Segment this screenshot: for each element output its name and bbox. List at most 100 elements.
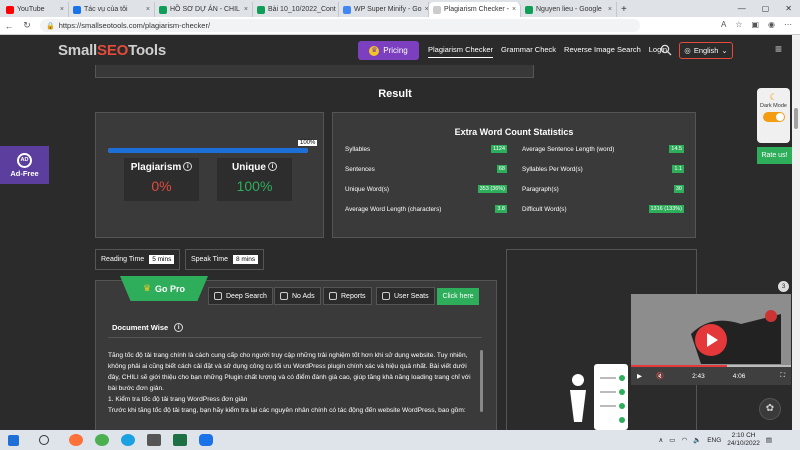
close-icon[interactable]: ×	[605, 6, 612, 13]
calculator-icon[interactable]	[147, 434, 161, 446]
document-text[interactable]: Tăng tốc độ tải trang chính là cách cung…	[108, 350, 478, 416]
search-icon[interactable]	[660, 44, 672, 56]
video-count-badge: 3	[778, 281, 789, 292]
language-select[interactable]: ◎ English ⌄	[679, 42, 733, 59]
close-icon[interactable]: ×	[422, 6, 428, 13]
url-field[interactable]: 🔒 https://smallseotools.com/plagiarism-ch…	[40, 19, 640, 32]
page-scrollbar[interactable]	[792, 35, 800, 430]
deep-search-icon	[214, 292, 222, 300]
go-pro-banner[interactable]: ♛ Go Pro	[120, 276, 208, 301]
nav-plagiarism-checker[interactable]: Plagiarism Checker	[428, 45, 494, 58]
reload-icon[interactable]: ↻	[18, 20, 36, 31]
dark-mode-toggle[interactable]	[762, 112, 785, 122]
speaker-icon[interactable]: 🔈	[693, 436, 701, 444]
network-icon[interactable]: ▭	[669, 436, 675, 444]
address-bar: ← ↻ 🔒 https://smallseotools.com/plagiaris…	[0, 17, 800, 35]
tab-plagiarism[interactable]: Plagiarism Checker - ×	[429, 2, 521, 17]
volume-icon[interactable]: 🔇	[656, 372, 664, 380]
close-window-icon[interactable]: ✕	[777, 4, 800, 13]
plagiarism-box: Plagiarism i 0%	[124, 158, 199, 201]
new-tab-button[interactable]: +	[617, 2, 631, 17]
collections-icon[interactable]: ▣	[751, 20, 759, 29]
windows-start-icon[interactable]	[8, 434, 19, 446]
reports-icon	[329, 292, 337, 300]
more-icon[interactable]: ⋯	[784, 20, 792, 29]
tab-tasks[interactable]: Tác vụ của tôi ×	[69, 2, 155, 17]
pricing-button[interactable]: ♛ Pricing	[358, 41, 419, 60]
video-current-time: 2:43	[692, 372, 705, 380]
tab-wp-minify[interactable]: WP Super Minify - Go ×	[339, 2, 429, 17]
feature-deep-search: Deep Search	[208, 287, 273, 305]
read-aloud-icon[interactable]: A	[721, 20, 726, 29]
minimize-icon[interactable]: —	[730, 4, 754, 13]
speak-time-box: Speak Time 8 mins	[185, 249, 265, 270]
nav-reverse-image-search[interactable]: Reverse Image Search	[564, 45, 641, 58]
system-tray: ∧ ▭ ◠ 🔈 ENG 2:10 CH 24/10/2022 ▤	[659, 432, 772, 448]
window-controls: — ▢ ✕	[730, 0, 800, 17]
info-icon[interactable]: i	[267, 162, 277, 171]
close-icon[interactable]: ×	[509, 6, 516, 13]
video-player[interactable]: ▶ 🔇 2:43 4:06 ⛶	[631, 294, 791, 385]
sheets-icon	[525, 5, 533, 14]
close-icon[interactable]: ×	[143, 6, 150, 13]
menu-icon[interactable]: ≡	[775, 42, 782, 56]
plagiarism-result-card: 100% Plagiarism i 0% Unique i 100%	[95, 112, 324, 238]
unique-value: 100%	[236, 178, 273, 194]
ad-free-icon: AD	[17, 152, 32, 168]
nav-grammar-check[interactable]: Grammar Check	[501, 45, 556, 58]
firefox-icon[interactable]	[69, 434, 83, 446]
stat-difficult-words: Difficult Word(s) 1316 (133%)	[522, 205, 684, 213]
edge-icon[interactable]	[121, 434, 135, 446]
back-icon[interactable]: ←	[0, 21, 18, 31]
document-illustration	[570, 364, 628, 430]
no-ads-icon	[280, 292, 288, 300]
progress-bar-fill	[108, 148, 308, 153]
favorite-icon[interactable]: ☆	[735, 20, 742, 29]
zalo-icon[interactable]	[199, 434, 213, 446]
video-controls: ▶ 🔇 2:43 4:06 ⛶	[631, 367, 791, 385]
globe-icon: ◎	[684, 46, 691, 55]
info-icon[interactable]: i	[174, 323, 184, 332]
scrollbar-thumb[interactable]	[794, 108, 798, 129]
chrome-icon[interactable]	[95, 434, 109, 446]
close-icon[interactable]: ×	[57, 6, 64, 13]
stat-syllables-per-word: Syllables Per Word(s) 1.1	[522, 165, 684, 173]
language-indicator[interactable]: ENG	[707, 437, 721, 444]
ad-free-button[interactable]: AD Ad-Free	[0, 146, 49, 184]
play-button[interactable]	[695, 324, 727, 356]
moon-icon: ☾	[769, 92, 778, 102]
chevron-down-icon: ⌄	[721, 46, 728, 55]
stat-paragraphs: Paragraph(s) 30	[522, 185, 684, 193]
info-icon[interactable]: i	[183, 162, 193, 171]
fullscreen-icon[interactable]: ⛶	[780, 372, 785, 380]
wifi-icon[interactable]: ◠	[681, 436, 687, 444]
site-header: SmallSEOTools ♛ Pricing Plagiarism Checke…	[0, 35, 800, 65]
tab-youtube[interactable]: YouTube ×	[2, 2, 69, 17]
maximize-icon[interactable]: ▢	[754, 4, 778, 13]
excel-icon[interactable]	[173, 434, 187, 446]
sheets-icon	[159, 5, 167, 14]
stat-unique-words: Unique Word(s) 353 (36%)	[345, 185, 507, 193]
stats-title: Extra Word Count Statistics	[454, 127, 574, 137]
browser-tab-bar: YouTube × Tác vụ của tôi × HỒ SƠ DỰ ÁN - C…	[0, 0, 800, 17]
settings-icon[interactable]: ✿	[759, 398, 781, 420]
google-icon	[343, 5, 351, 14]
tab-bai-10[interactable]: Bài 10_10/2022_Cont×	[253, 2, 339, 17]
rate-us-button[interactable]: Rate us!	[757, 147, 792, 164]
profile-icon[interactable]: ◉	[768, 20, 775, 29]
play-icon[interactable]: ▶	[637, 372, 642, 380]
feature-no-ads: No Ads	[274, 287, 321, 305]
stat-avg-sentence-length: Average Sentence Length (word) 14.5	[522, 145, 684, 153]
notification-icon[interactable]: ▤	[766, 436, 772, 444]
search-icon[interactable]	[39, 435, 49, 445]
click-here-button[interactable]: Click here	[437, 288, 479, 305]
site-logo[interactable]: SmallSEOTools	[58, 42, 166, 59]
close-icon[interactable]: ×	[241, 6, 248, 13]
reading-time-box: Reading Time 5 mins	[95, 249, 181, 270]
taskbar: ∧ ▭ ◠ 🔈 ENG 2:10 CH 24/10/2022 ▤	[0, 430, 800, 450]
clock[interactable]: 2:10 CH 24/10/2022	[727, 432, 760, 448]
tab-ho-so[interactable]: HỒ SƠ DỰ ÁN - CHIL ×	[155, 2, 253, 17]
document-scrollbar[interactable]	[480, 350, 483, 412]
tab-nguyen-lieu[interactable]: Nguyen lieu - Google ×	[521, 2, 617, 17]
chevron-up-icon[interactable]: ∧	[659, 436, 664, 444]
